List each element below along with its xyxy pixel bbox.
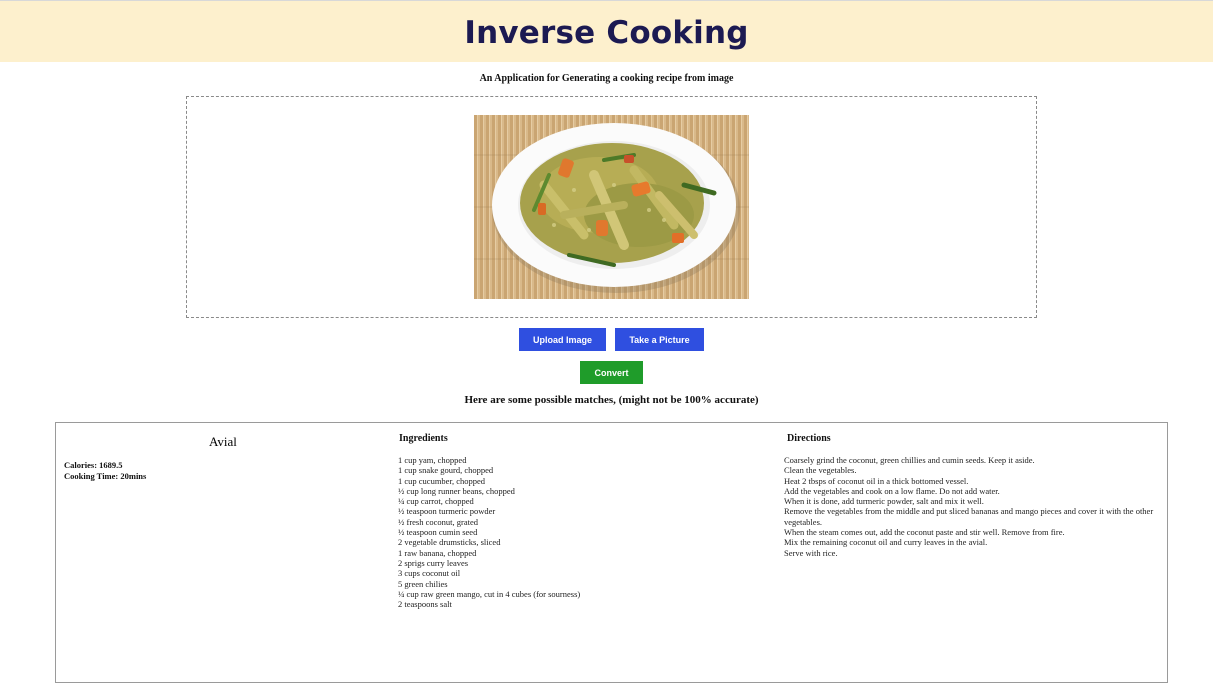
uploaded-food-image: [474, 115, 749, 299]
app-tagline: An Application for Generating a cooking …: [479, 73, 734, 84]
direction-step: Heat 2 tbsps of coconut oil in a thick b…: [784, 475, 969, 486]
take-picture-button[interactable]: Take a Picture: [615, 328, 704, 351]
recipe-stats: Calories: 1689.5 Cooking Time: 20mins: [64, 460, 146, 481]
ingredient-item: 3 cups coconut oil: [398, 568, 461, 579]
upload-image-button[interactable]: Upload Image: [519, 328, 606, 351]
calories-label: Calories: 1689.5: [64, 460, 123, 470]
directions-heading: Directions: [787, 433, 831, 444]
ingredient-item: ½ fresh coconut, grated: [398, 516, 479, 527]
food-image-illustration: [474, 115, 749, 299]
app-title: Inverse Cooking: [464, 14, 749, 51]
direction-step: Clean the vegetables.: [784, 465, 857, 476]
ingredient-item: 1 raw banana, chopped: [398, 547, 477, 558]
ingredient-item: ½ teaspoon cumin seed: [398, 527, 478, 538]
ingredients-heading: Ingredients: [399, 433, 448, 444]
directions-list: Coarsely grind the coconut, green chilli…: [784, 455, 1156, 558]
ingredient-item: 2 sprigs curry leaves: [398, 557, 469, 568]
direction-step: Coarsely grind the coconut, green chilli…: [784, 455, 1035, 465]
ingredient-item: ¼ cup raw green mango, cut in 4 cubes (f…: [398, 588, 581, 599]
ingredient-item: 1 cup snake gourd, chopped: [398, 465, 494, 476]
direction-step: Remove the vegetables from the middle an…: [784, 506, 1154, 527]
ingredient-item: 1 cup yam, chopped: [398, 455, 467, 465]
convert-button[interactable]: Convert: [580, 361, 643, 384]
ingredients-list: 1 cup yam, chopped 1 cup snake gourd, ch…: [398, 455, 580, 609]
direction-step: When the steam comes out, add the coconu…: [784, 527, 1065, 538]
ingredient-item: 1 cup cucumber, chopped: [398, 475, 485, 486]
direction-step: When it is done, add turmeric powder, sa…: [784, 496, 984, 507]
ingredient-item: 2 vegetable drumsticks, sliced: [398, 537, 501, 548]
ingredient-item: 2 teaspoons salt: [398, 599, 452, 610]
direction-step: Serve with rice.: [784, 547, 838, 558]
ingredient-item: ½ cup long runner beans, chopped: [398, 485, 515, 496]
recipe-title: Avial: [209, 434, 237, 449]
app-header: Inverse Cooking: [0, 0, 1213, 62]
direction-step: Add the vegetables and cook on a low fla…: [784, 485, 1000, 496]
ingredient-item: 5 green chilies: [398, 578, 448, 589]
ingredient-item: ½ teaspoon turmeric powder: [398, 506, 496, 517]
ingredient-item: ¼ cup carrot, chopped: [398, 496, 474, 507]
direction-step: Mix the remaining coconut oil and curry …: [784, 537, 988, 548]
matches-note: Here are some possible matches, (might n…: [464, 394, 759, 406]
cooking-time-label: Cooking Time: 20mins: [64, 470, 147, 481]
